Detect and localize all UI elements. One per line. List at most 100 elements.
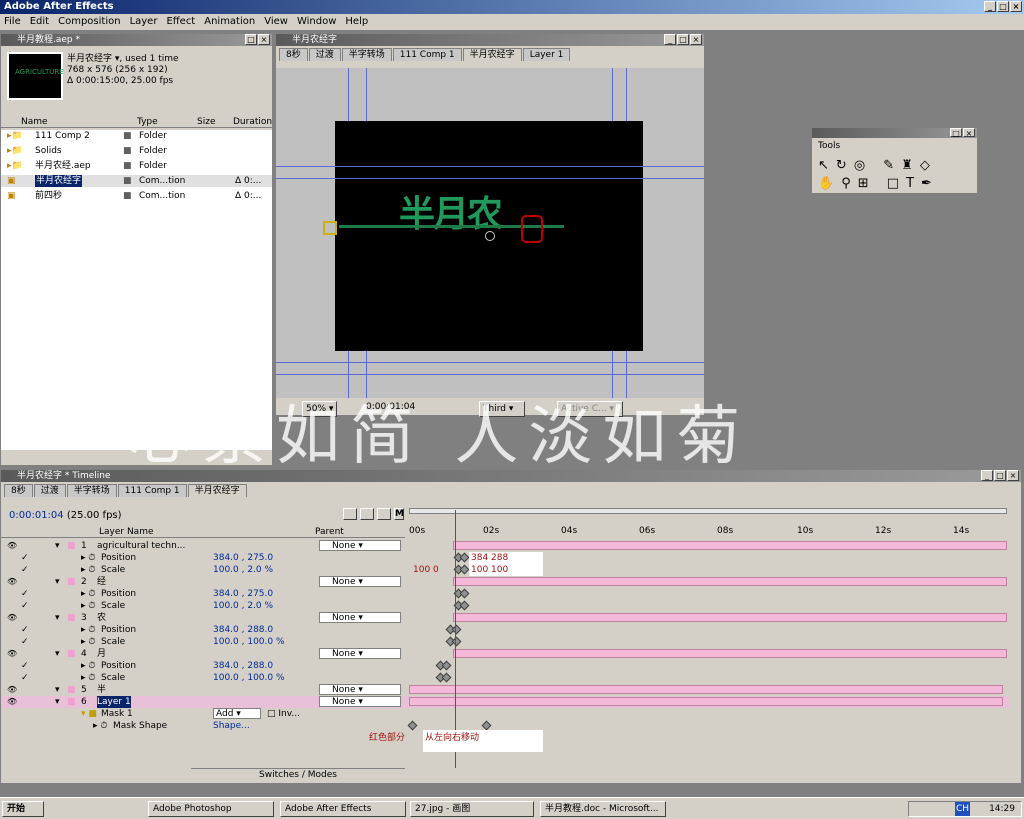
menu-layer[interactable]: Layer — [130, 16, 158, 27]
project-item[interactable]: ▣ 前四秒 ■ Com...tion Δ 0:... — [1, 190, 272, 202]
mask-tool-icon[interactable]: □ — [887, 176, 906, 191]
project-column-header[interactable]: Duration — [233, 116, 272, 128]
menu-help[interactable]: Help — [345, 16, 368, 27]
layer-duration-bar[interactable] — [409, 697, 1003, 706]
comp-tab[interactable]: 半月农经字 — [462, 48, 522, 61]
mask-handle[interactable] — [323, 221, 337, 235]
stopwatch-icon[interactable]: ▸ ⏱ — [81, 588, 95, 600]
project-column-header[interactable]: Type — [137, 116, 158, 128]
property-value[interactable]: 100.0 , 2.0 % — [213, 600, 273, 612]
expand-icon[interactable]: ▾ — [55, 612, 60, 624]
motion-blur-button[interactable]: M — [394, 508, 404, 520]
layer-name[interactable]: Layer 1 — [97, 696, 131, 708]
layer-name[interactable]: 经 — [97, 576, 106, 588]
timeline-row[interactable]: ✓ ▸ ⏱ Position 384.0 , 288.0 — [1, 624, 1009, 636]
selection-tool-icon[interactable]: ↖ — [818, 158, 836, 173]
timeline-row[interactable]: ✓ ▸ ⏱ Scale 100.0 , 2.0 % — [1, 600, 1009, 612]
hand-tool-icon[interactable]: ✋ — [818, 176, 841, 191]
stopwatch-icon[interactable]: ▸ ⏱ — [81, 636, 95, 648]
timeline-row[interactable]: 👁 ▾ ■ 5 半 None ▾ — [1, 684, 1009, 696]
close-button[interactable]: × — [1010, 1, 1022, 12]
layer-name[interactable]: 半 — [97, 684, 106, 696]
layer-name[interactable]: agricultural techn... — [97, 540, 185, 552]
stopwatch-icon[interactable]: ▸ ⏱ — [81, 552, 95, 564]
timeline-row[interactable]: ✓ ▸ ⏱ Position 384.0 , 275.0 — [1, 588, 1009, 600]
stopwatch-icon[interactable]: ▸ ⏱ — [93, 720, 107, 732]
stopwatch-icon[interactable]: ▸ ⏱ — [81, 672, 95, 684]
project-item[interactable]: ▸📁 Solids ■ Folder — [1, 145, 272, 157]
menu-file[interactable]: File — [4, 16, 21, 27]
layer-duration-bar[interactable] — [453, 613, 1007, 622]
property-value[interactable]: 100.0 , 100.0 % — [213, 636, 285, 648]
timeline-row[interactable]: ✓ ▸ ⏱ Position 384.0 , 288.0 — [1, 660, 1009, 672]
stopwatch-icon[interactable]: ▸ ⏱ — [81, 660, 95, 672]
keyframe-icon[interactable] — [459, 564, 470, 575]
timeline-row[interactable]: 👁 ▾ ■ 4 月 None ▾ — [1, 648, 1009, 660]
frame-blend-button[interactable] — [377, 508, 391, 520]
menu-animation[interactable]: Animation — [204, 16, 255, 27]
timeline-min-button[interactable]: _ — [981, 470, 993, 481]
eye-icon[interactable]: 👁 — [7, 576, 17, 588]
taskbar-item[interactable]: Adobe After Effects — [280, 801, 406, 817]
comp-tab[interactable]: 半字转场 — [341, 48, 392, 61]
menu-edit[interactable]: Edit — [30, 16, 49, 27]
switches-modes-toggle[interactable]: Switches / Modes — [191, 768, 405, 780]
keyframe-checkbox[interactable]: ✓ — [21, 588, 29, 600]
timeline-tab[interactable]: 8秒 — [4, 484, 33, 497]
keyframe-checkbox[interactable]: ✓ — [21, 564, 29, 576]
tools-min-button[interactable]: □ — [950, 128, 962, 138]
pan-tool-icon[interactable]: ⊞ — [858, 176, 876, 191]
stopwatch-icon[interactable]: ▸ ⏱ — [81, 600, 95, 612]
parent-select[interactable]: None ▾ — [319, 576, 401, 587]
minimize-button[interactable]: _ — [984, 1, 996, 12]
project-column-header[interactable]: Size — [197, 116, 215, 128]
draft-3d-button[interactable] — [360, 508, 374, 520]
rotate-tool-icon[interactable]: ↻ — [836, 158, 854, 173]
comp-flowchart-button[interactable] — [343, 508, 357, 520]
timeline-row[interactable]: ✓ ▸ ⏱ Scale 100.0 , 100.0 % — [1, 672, 1009, 684]
comp-tab[interactable]: 过渡 — [308, 48, 341, 61]
timeline-row[interactable]: 👁 ▾ ■ 1 agricultural techn... None ▾ — [1, 540, 1009, 552]
timeline-row[interactable]: 👁 ▾ ■ 2 经 None ▾ — [1, 576, 1009, 588]
layer-name[interactable]: 农 — [97, 612, 106, 624]
parent-select[interactable]: None ▾ — [319, 684, 401, 695]
comp-min-button[interactable]: _ — [664, 34, 676, 45]
menu-view[interactable]: View — [264, 16, 288, 27]
current-time[interactable]: 0:00:01:04 — [9, 510, 64, 521]
timeline-row[interactable]: ✓ ▸ ⏱ Scale 100.0 , 100.0 % — [1, 636, 1009, 648]
layer-duration-bar[interactable] — [453, 541, 1007, 550]
keyframe-icon[interactable] — [451, 624, 462, 635]
comp-close-button[interactable]: × — [690, 34, 702, 45]
tools-close-button[interactable]: × — [963, 128, 975, 138]
project-item[interactable]: ▣ 半月农经字 ■ Com...tion Δ 0:... — [1, 175, 272, 187]
keyframe-icon[interactable] — [459, 588, 470, 599]
timeline-row[interactable]: 👁 ▾ ■ 3 农 None ▾ — [1, 612, 1009, 624]
comp-tab[interactable]: 8秒 — [279, 48, 308, 61]
keyframe-checkbox[interactable]: ✓ — [21, 672, 29, 684]
timeline-row[interactable]: 👁 ▾ ■ 6 Layer 1 None ▾ — [1, 696, 1009, 708]
timeline-tab[interactable]: 111 Comp 1 — [117, 484, 187, 497]
keyframe-checkbox[interactable]: ✓ — [21, 636, 29, 648]
comp-tab[interactable]: Layer 1 — [522, 48, 571, 61]
timeline-max-button[interactable]: □ — [994, 470, 1006, 481]
expand-icon[interactable]: ▾ — [55, 648, 60, 660]
project-close-button[interactable]: × — [258, 34, 270, 45]
layer-duration-bar[interactable] — [453, 649, 1007, 658]
project-item[interactable]: ▸📁 111 Comp 2 ■ Folder — [1, 130, 272, 142]
keyframe-icon[interactable] — [441, 660, 452, 671]
property-value[interactable]: 384.0 , 288.0 — [213, 624, 273, 636]
keyframe-checkbox[interactable]: ✓ — [21, 552, 29, 564]
menu-effect[interactable]: Effect — [166, 16, 195, 27]
eraser-tool-icon[interactable]: ◇ — [920, 158, 937, 173]
project-column-header[interactable]: Name — [21, 116, 48, 128]
timeline-close-button[interactable]: × — [1007, 470, 1019, 481]
maximize-button[interactable]: □ — [997, 1, 1009, 12]
anchor-point[interactable] — [485, 231, 495, 241]
stopwatch-icon[interactable]: ▸ ⏱ — [81, 564, 95, 576]
layer-duration-bar[interactable] — [453, 577, 1007, 586]
menu-composition[interactable]: Composition — [58, 16, 120, 27]
brush-tool-icon[interactable]: ✎ — [883, 158, 901, 173]
keyframe-checkbox[interactable]: ✓ — [21, 624, 29, 636]
work-area-bar[interactable] — [409, 508, 1007, 514]
project-item[interactable]: ▸📁 半月农经.aep ■ Folder — [1, 160, 272, 172]
